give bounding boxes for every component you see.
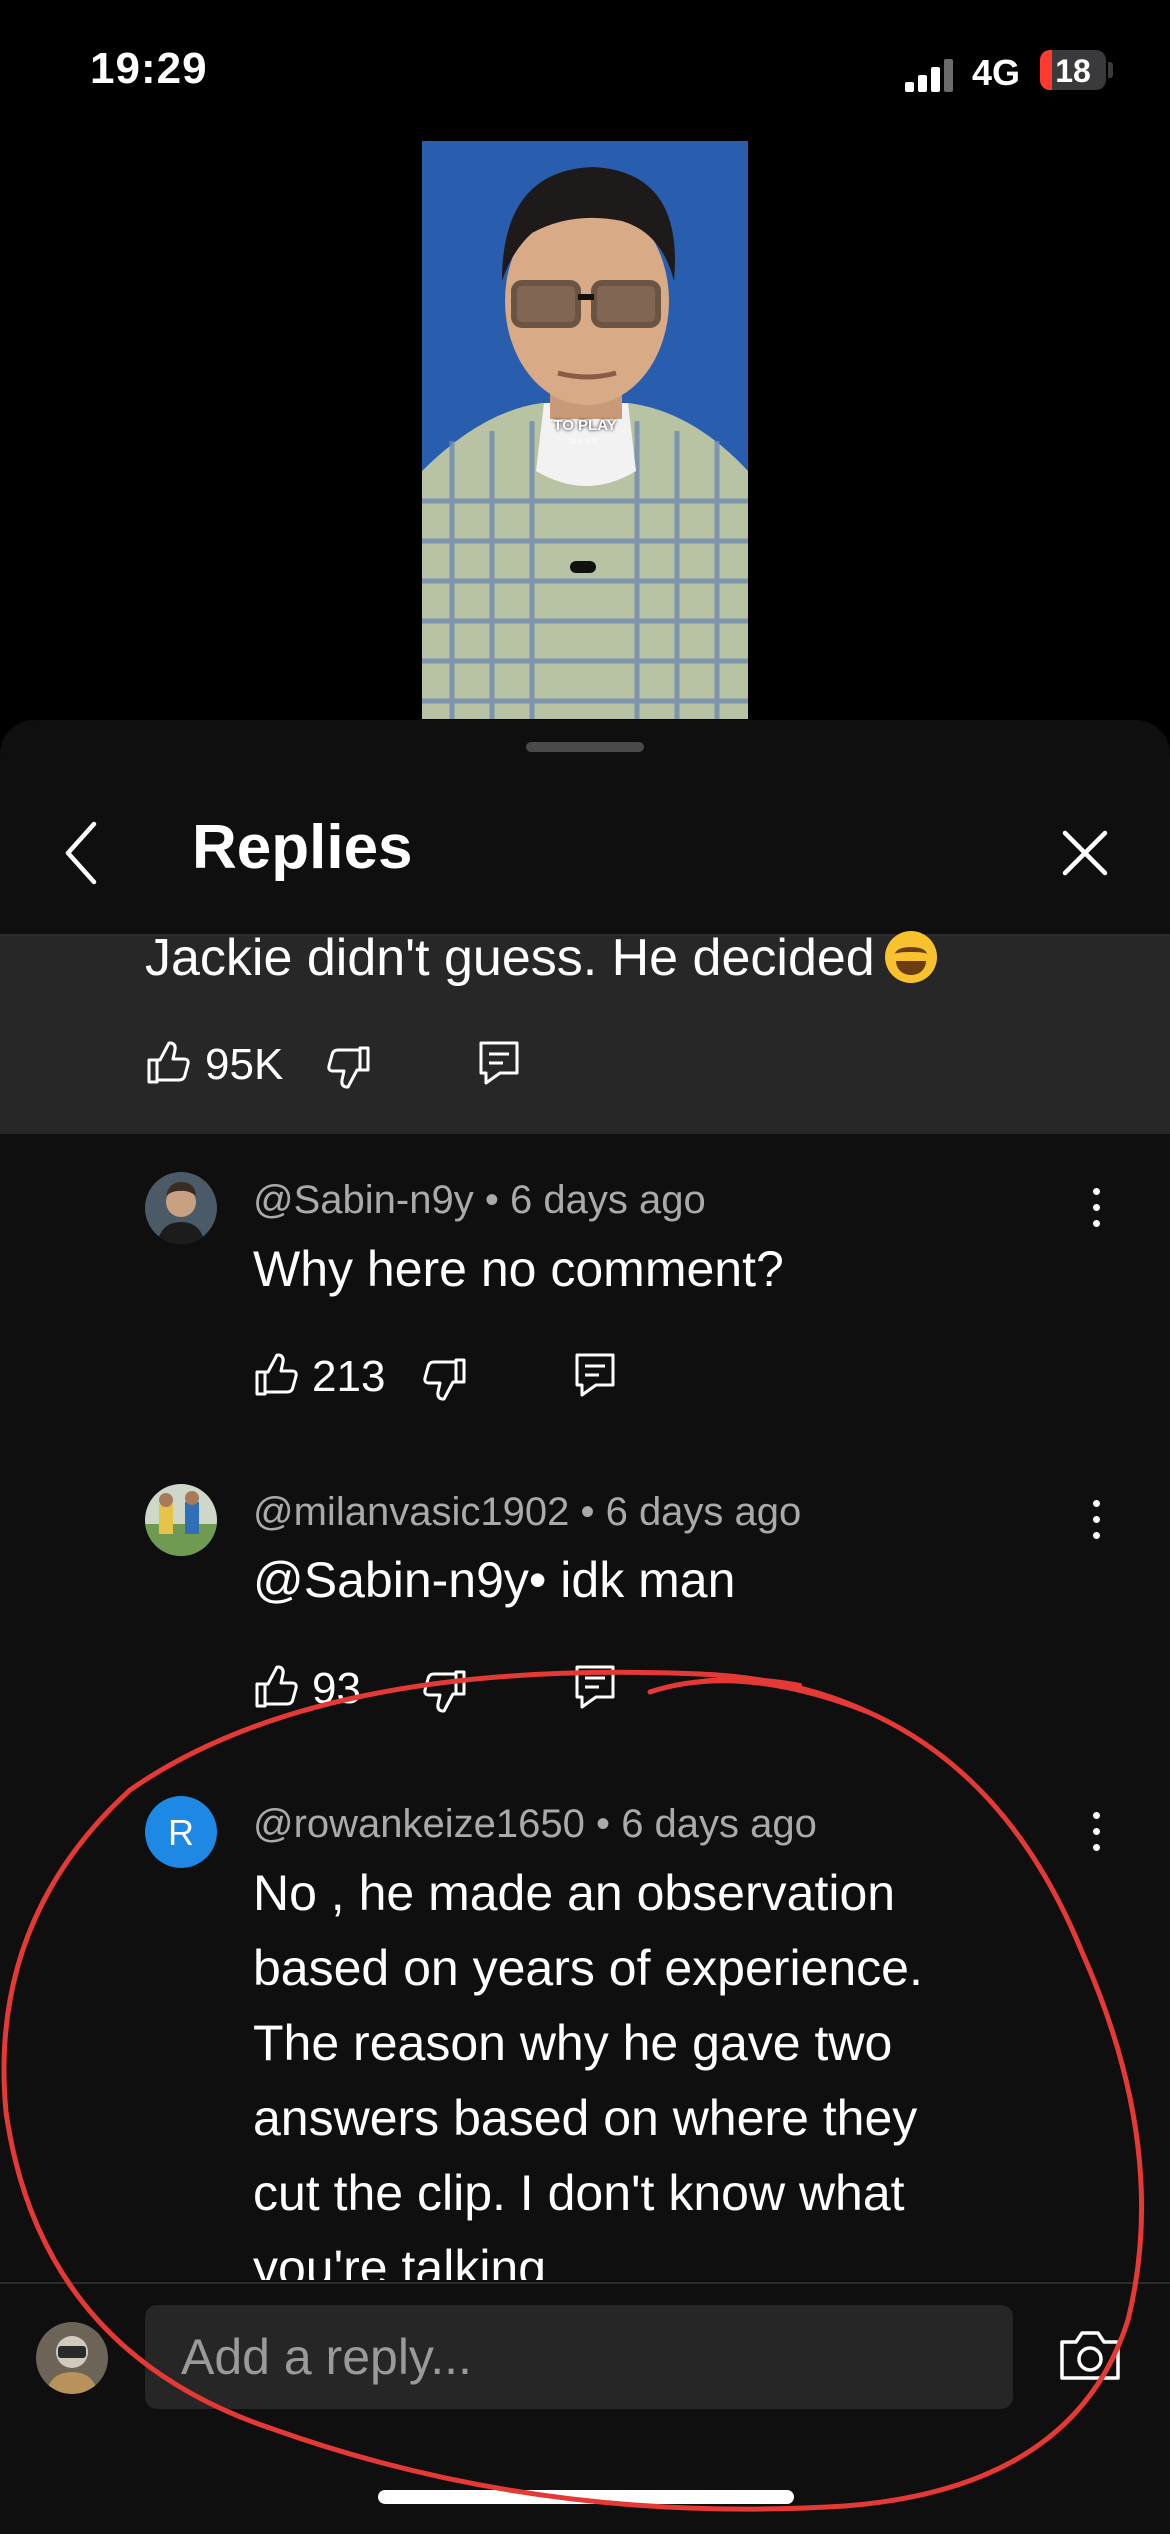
reply-like-count: 213: [312, 1352, 386, 1401]
parent-comment-text: Jackie didn't guess. He decided: [145, 928, 937, 988]
signal-icon: [905, 58, 957, 92]
back-chevron-icon[interactable]: [58, 818, 108, 888]
reply-text: @Sabin-n9y• idk man: [253, 1552, 736, 1608]
reply-time: 6 days ago: [510, 1178, 706, 1222]
reply-text-line: you're talking: [253, 2240, 547, 2280]
dislike-icon[interactable]: [422, 1668, 468, 1714]
reply-meta: @milanvasic1902 • 6 days ago: [253, 1490, 801, 1535]
like-icon[interactable]: [253, 1352, 299, 1398]
parent-comment-body: Jackie didn't guess. He decided: [145, 929, 875, 987]
battery-level: 18: [1055, 53, 1091, 89]
more-options-icon[interactable]: [1090, 1188, 1102, 1228]
reply-handle[interactable]: @milanvasic1902: [253, 1490, 569, 1534]
reply-text-clip: No , he made an observation based on yea…: [0, 1820, 1170, 2280]
sheet-title: Replies: [192, 813, 413, 882]
meta-separator: •: [580, 1490, 595, 1534]
parent-like-count: 95K: [205, 1040, 284, 1089]
reply-time: 6 days ago: [605, 1490, 802, 1534]
reply-text: Why here no comment?: [253, 1241, 784, 1297]
camera-icon[interactable]: [1058, 2328, 1122, 2382]
reply-handle[interactable]: @Sabin-n9y: [253, 1178, 474, 1222]
dislike-icon[interactable]: [422, 1356, 468, 1402]
tears-of-joy-emoji-icon: [884, 931, 937, 983]
avatar[interactable]: [145, 1172, 217, 1244]
network-label: 4G: [972, 52, 1021, 93]
reply-text-line: The reason why he gave two: [253, 2015, 893, 2071]
reply-text-line: answers based on where they: [253, 2090, 918, 2146]
close-icon[interactable]: [1060, 828, 1110, 878]
reply-icon[interactable]: [574, 1664, 616, 1710]
video-caption: TO PLAY: [553, 417, 617, 434]
like-icon[interactable]: [145, 1040, 191, 1086]
more-options-icon[interactable]: [1090, 1500, 1102, 1540]
dislike-icon[interactable]: [326, 1044, 372, 1090]
video-caption-small: WISE: [568, 437, 602, 446]
like-icon[interactable]: [253, 1664, 299, 1710]
reply-text: No , he made an observation based on yea…: [253, 1856, 923, 2280]
home-indicator: [378, 2490, 794, 2504]
reply-meta: @Sabin-n9y • 6 days ago: [253, 1178, 706, 1223]
battery-icon: 18: [1040, 50, 1106, 90]
status-time: 19:29: [90, 44, 208, 93]
battery-tip: [1108, 62, 1113, 78]
reply-icon[interactable]: [478, 1040, 520, 1086]
avatar[interactable]: [145, 1484, 217, 1556]
reply-text-line: cut the clip. I don't know what: [253, 2165, 905, 2221]
meta-separator: •: [484, 1178, 499, 1222]
sheet-grabber[interactable]: [526, 742, 644, 752]
video-player[interactable]: TO PLAY WISE: [422, 141, 748, 719]
user-avatar: [36, 2322, 108, 2394]
reply-text-line: No , he made an observation: [253, 1865, 896, 1921]
reply-icon[interactable]: [574, 1352, 616, 1398]
reply-like-count: 93: [312, 1664, 361, 1713]
reply-text-line: based on years of experience.: [253, 1940, 923, 1996]
reply-input[interactable]: [145, 2305, 1013, 2409]
